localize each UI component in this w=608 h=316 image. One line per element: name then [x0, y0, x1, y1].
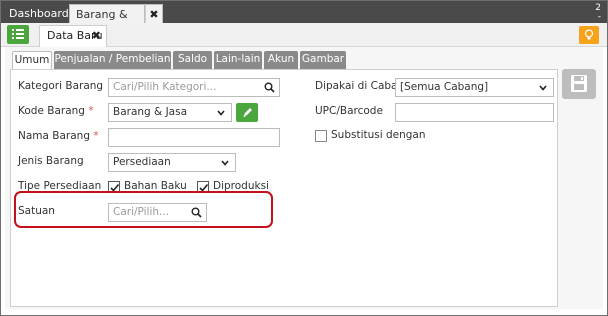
tab-dashboard[interactable]: Dashboard [3, 4, 69, 23]
chevron-down-icon [217, 110, 225, 116]
lightbulb-icon [584, 29, 594, 40]
content-area: Umum Penjualan / Pembelian Saldo Lain-la… [5, 47, 603, 309]
save-button[interactable] [562, 69, 596, 99]
list-menu-button[interactable] [7, 25, 29, 44]
nama-label: Nama Barang * [18, 130, 99, 142]
cabang-value: [Semua Cabang] [400, 81, 489, 93]
tab-akun[interactable]: Akun [264, 51, 298, 69]
upc-label: UPC/Barcode [315, 105, 383, 117]
chevron-down-icon [539, 85, 547, 91]
kategori-search-input[interactable]: Cari/Pilih Kategori... [108, 78, 280, 97]
highlight-annotation [14, 191, 273, 228]
form-panel: Kategori Barang Cari/Pilih Kategori... K… [10, 69, 558, 307]
kategori-label: Kategori Barang [18, 80, 104, 92]
edit-kode-button[interactable] [236, 103, 258, 122]
kode-select[interactable]: Barang & Jasa [108, 103, 232, 122]
tab-penjualan-pembelian[interactable]: Penjualan / Pembelian [54, 51, 171, 69]
kategori-placeholder: Cari/Pilih Kategori... [113, 81, 217, 93]
cabang-select[interactable]: [Semua Cabang] [395, 78, 554, 97]
upc-input[interactable] [395, 103, 554, 122]
kode-value: Barang & Jasa [113, 106, 188, 118]
substitusi-label[interactable]: Substitusi dengan [331, 129, 426, 141]
close-tab-icon[interactable]: ✖ [145, 4, 163, 23]
pencil-icon [243, 108, 252, 117]
floppy-disk-icon [571, 75, 587, 92]
list-icon [12, 29, 14, 31]
notification-indicator[interactable]: 2 - [595, 4, 601, 22]
jenis-label: Jenis Barang [18, 155, 84, 167]
search-icon[interactable] [264, 82, 275, 93]
jenis-select[interactable]: Persediaan [108, 153, 236, 172]
close-icon[interactable]: ✖ [92, 26, 101, 46]
tab-barang-jasa[interactable]: Barang & Jasa [69, 4, 145, 40]
tab-saldo[interactable]: Saldo [173, 51, 212, 69]
tab-gambar[interactable]: Gambar [300, 51, 346, 69]
substitusi-checkbox[interactable] [315, 130, 327, 142]
nama-input[interactable] [108, 128, 280, 147]
lightbulb-button[interactable] [579, 26, 599, 44]
tab-data-baru[interactable]: Data Baru ✖ [39, 25, 107, 47]
kode-label: Kode Barang * [18, 105, 94, 117]
tab-lain-lain[interactable]: Lain-lain [214, 51, 262, 69]
jenis-value: Persediaan [113, 156, 171, 168]
tab-umum[interactable]: Umum [12, 51, 52, 69]
chevron-down-icon [221, 160, 229, 166]
document-toolbar: Data Baru ✖ [1, 23, 607, 47]
app-tabbar: Dashboard Barang & Jasa ✖ 2 - [1, 1, 607, 40]
